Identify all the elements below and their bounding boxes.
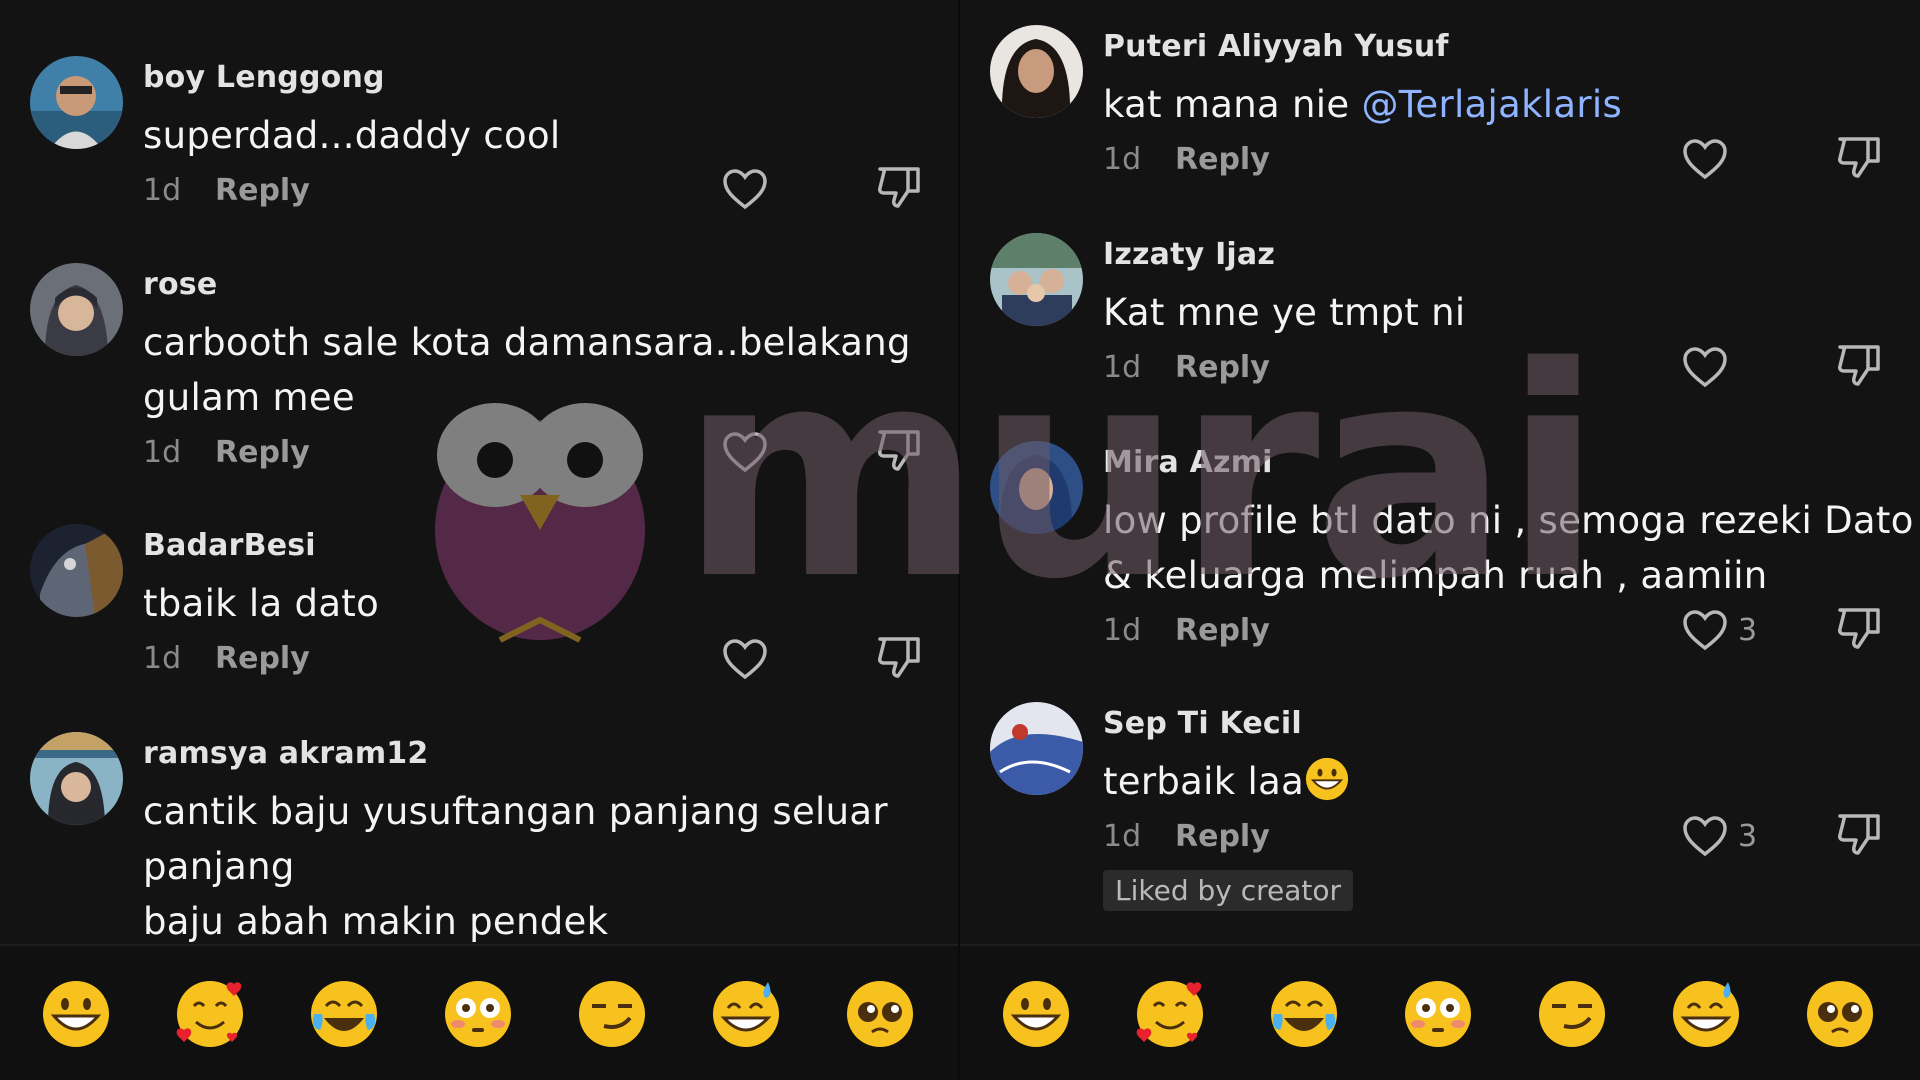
comment-age: 1d — [1103, 613, 1142, 648]
comment-age: 1d — [1103, 350, 1142, 385]
flushed-face-emoji[interactable] — [1402, 978, 1474, 1050]
comment-line: terbaik laa — [1103, 754, 1863, 809]
comment-text: tbaik la dato — [143, 576, 903, 631]
reply-button[interactable]: Reply — [1175, 613, 1270, 648]
comment-line: carbooth sale kota damansara..belakang — [143, 321, 911, 364]
comment-line: low profile btl dato ni , semoga rezeki … — [1103, 499, 1914, 542]
comment-username[interactable]: BadarBesi — [143, 528, 316, 563]
grinning-sweat-emoji[interactable] — [710, 978, 782, 1050]
comment-age: 1d — [1103, 142, 1142, 177]
comment-line: gulam mee — [143, 376, 355, 419]
tears-of-joy-emoji[interactable] — [308, 978, 380, 1050]
avatar[interactable] — [30, 56, 123, 149]
smirking-face-emoji[interactable] — [576, 978, 648, 1050]
smiling-face-with-hearts-emoji[interactable] — [174, 978, 246, 1050]
comment-text: superdad...daddy cool — [143, 108, 903, 163]
like-count: 3 — [1738, 613, 1758, 648]
thumbs-down-icon[interactable] — [1836, 134, 1882, 180]
comment-username[interactable]: Sep Ti Kecil — [1103, 706, 1302, 741]
comment-text: Kat mne ye tmpt ni — [1103, 285, 1863, 340]
comment-text: low profile btl dato ni , semoga rezeki … — [1103, 493, 1914, 603]
avatar[interactable] — [990, 25, 1083, 118]
comment-meta: 1d Reply — [143, 435, 310, 470]
avatar[interactable] — [30, 263, 123, 356]
thumbs-down-icon[interactable] — [1836, 342, 1882, 388]
comment-username[interactable]: Izzaty Ijaz — [1103, 237, 1275, 272]
comment-line: kat mana nie @Terlajaklaris — [1103, 77, 1863, 132]
thumbs-down-icon[interactable] — [876, 634, 922, 680]
thumbs-down-icon[interactable] — [1836, 811, 1882, 857]
comment-username[interactable]: Mira Azmi — [1103, 445, 1273, 480]
grinning-face-emoji[interactable] — [40, 978, 112, 1050]
avatar[interactable] — [30, 732, 123, 825]
comment-text-part: terbaik laa — [1103, 760, 1305, 803]
comment-text: cantik baju yusuftangan panjang seluar p… — [143, 784, 903, 949]
comment-username[interactable]: boy Lenggong — [143, 60, 385, 95]
comment-age: 1d — [1103, 819, 1142, 854]
emoji-reaction-bar — [0, 944, 960, 1080]
comment-age: 1d — [143, 641, 182, 676]
thumbs-down-icon[interactable] — [876, 427, 922, 473]
reply-button[interactable]: Reply — [1175, 819, 1270, 854]
comment-meta: 1d Reply — [1103, 613, 1270, 648]
flushed-face-emoji[interactable] — [442, 978, 514, 1050]
reply-button[interactable]: Reply — [215, 435, 310, 470]
heart-icon[interactable] — [1682, 346, 1728, 388]
comment-line: tbaik la dato — [143, 582, 380, 625]
comment-username[interactable]: ramsya akram12 — [143, 736, 428, 771]
comment-age: 1d — [143, 435, 182, 470]
comment-age: 1d — [143, 173, 182, 208]
comment-line: & keluarga melimpah ruah , aamiin — [1103, 554, 1768, 597]
heart-icon[interactable] — [1682, 138, 1728, 180]
thumbs-down-icon[interactable] — [876, 164, 922, 210]
comment-text-part: kat mana nie — [1103, 83, 1362, 126]
reply-button[interactable]: Reply — [215, 641, 310, 676]
heart-icon[interactable] — [722, 431, 768, 473]
comment-text: kat mana nie @Terlajaklaris — [1103, 77, 1863, 132]
comment-username[interactable]: Puteri Aliyyah Yusuf — [1103, 29, 1449, 64]
comment-line: panjang — [143, 845, 295, 888]
comments-panel-right: Puteri Aliyyah Yusuf kat mana nie @Terla… — [960, 0, 1920, 1080]
avatar[interactable] — [990, 233, 1083, 326]
comment-line: cantik baju yusuftangan panjang seluar — [143, 790, 888, 833]
comment-line: superdad...daddy cool — [143, 114, 561, 157]
grinning-sweat-emoji[interactable] — [1670, 978, 1742, 1050]
pleading-face-emoji[interactable] — [844, 978, 916, 1050]
liked-by-creator-badge: Liked by creator — [1103, 870, 1354, 911]
emoji-reaction-bar — [960, 944, 1920, 1080]
comment-meta: 1d Reply — [1103, 819, 1270, 854]
comments-panel-left: boy Lenggong superdad...daddy cool 1d Rep… — [0, 0, 960, 1080]
heart-icon[interactable] — [1682, 609, 1728, 651]
comment-text: terbaik laa — [1103, 754, 1863, 809]
smirking-face-emoji[interactable] — [1536, 978, 1608, 1050]
comment-text: carbooth sale kota damansara..belakang g… — [143, 315, 911, 425]
comment-username[interactable]: rose — [143, 267, 217, 302]
avatar[interactable] — [990, 441, 1083, 534]
heart-icon[interactable] — [1682, 815, 1728, 857]
comment-meta: 1d Reply — [143, 173, 310, 208]
tears-of-joy-emoji[interactable] — [1268, 978, 1340, 1050]
avatar[interactable] — [990, 702, 1083, 795]
reply-button[interactable]: Reply — [1175, 350, 1270, 385]
avatar[interactable] — [30, 524, 123, 617]
comment-meta: 1d Reply — [1103, 142, 1270, 177]
comment-meta: 1d Reply — [1103, 350, 1270, 385]
heart-icon[interactable] — [722, 168, 768, 210]
comment-meta: 1d Reply — [143, 641, 310, 676]
thumbs-down-icon[interactable] — [1836, 605, 1882, 651]
grinning-face-emoji[interactable] — [1000, 978, 1072, 1050]
heart-icon[interactable] — [722, 638, 768, 680]
pleading-face-emoji[interactable] — [1804, 978, 1876, 1050]
like-count: 3 — [1738, 819, 1758, 854]
reply-button[interactable]: Reply — [215, 173, 310, 208]
comment-line: baju abah makin pendek — [143, 900, 609, 943]
grinning-face-icon — [1304, 756, 1350, 802]
comment-line: Kat mne ye tmpt ni — [1103, 291, 1466, 334]
reply-button[interactable]: Reply — [1175, 142, 1270, 177]
mention-link[interactable]: @Terlajaklaris — [1361, 83, 1622, 126]
smiling-face-with-hearts-emoji[interactable] — [1134, 978, 1206, 1050]
